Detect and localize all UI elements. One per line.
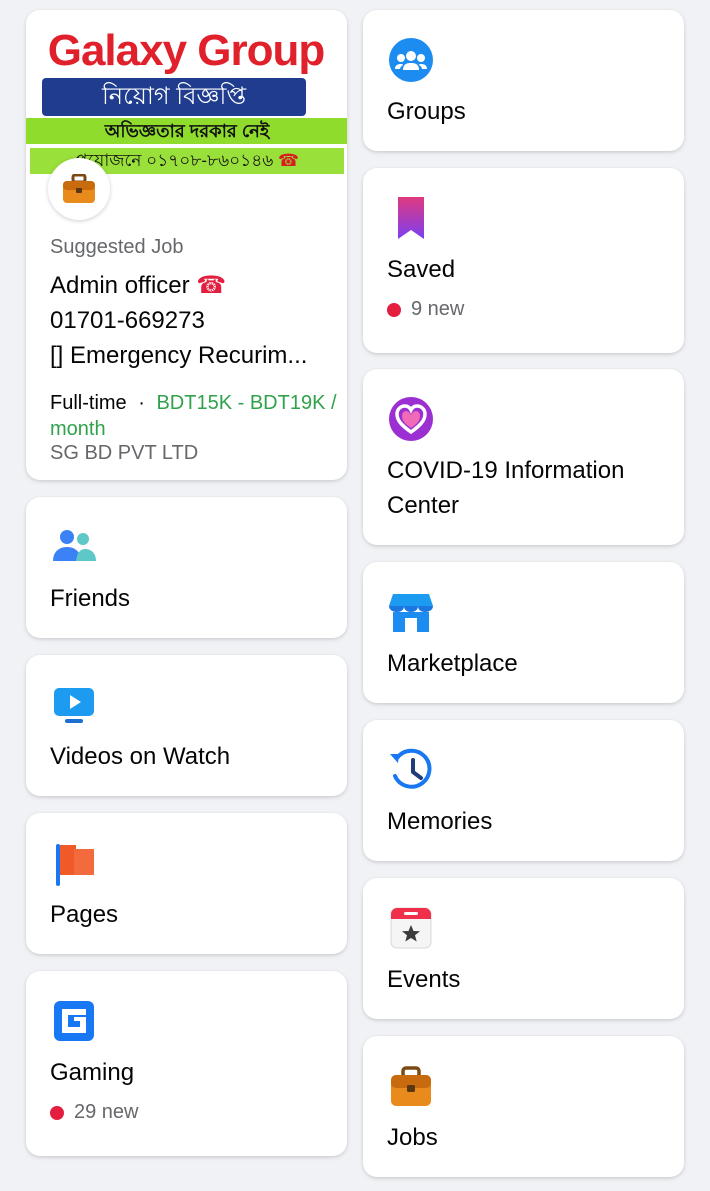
banner-line-3-text: প্রয়োজনে ০১৭০৮-৮৬০১৪৬: [74, 151, 274, 170]
tile-covid-info-center[interactable]: COVID-19 Information Center: [363, 369, 684, 545]
calendar-icon: [390, 907, 432, 949]
heart-icon: [389, 397, 433, 441]
tile-watch[interactable]: Videos on Watch: [26, 655, 347, 796]
job-title-line-1: Admin officer: [50, 272, 190, 299]
suggested-job-label: Suggested Job: [50, 236, 184, 258]
groups-icon: [389, 38, 433, 82]
tile-label: Videos on Watch: [50, 743, 231, 770]
job-meta: Full-time · BDT15K - BDT19K / month: [50, 390, 340, 442]
job-title-line-2: 01701-669273: [50, 307, 205, 334]
tile-marketplace[interactable]: Marketplace: [363, 562, 684, 703]
tile-label: Jobs: [387, 1124, 438, 1151]
tile-saved[interactable]: Saved 9 new: [363, 168, 684, 353]
tile-label: Groups: [387, 98, 466, 125]
job-avatar: [48, 158, 110, 220]
telephone-icon: ☎: [278, 151, 300, 170]
telephone-icon: ☎: [196, 272, 227, 299]
tile-label: Marketplace: [387, 650, 518, 677]
bookmark-icon: [398, 197, 424, 239]
clock-icon: [390, 748, 432, 789]
briefcase-icon: [63, 174, 95, 203]
tile-label: Saved: [387, 256, 456, 283]
notification-badge: 9 new: [387, 298, 464, 321]
job-title-line-3: [] Emergency Recurim...: [50, 342, 308, 369]
badge-text: 9 new: [411, 298, 465, 320]
tile-label: Friends: [50, 585, 131, 612]
tile-groups[interactable]: Groups: [363, 10, 684, 151]
tile-memories[interactable]: Memories: [363, 720, 684, 861]
badge-text: 29 new: [74, 1101, 139, 1123]
gaming-icon: [54, 1001, 94, 1041]
suggested-job-card[interactable]: Galaxy Group নিয়োগ বিজ্ঞপ্তি অভিজ্ঞতার …: [26, 10, 347, 480]
tile-pages[interactable]: Pages: [26, 813, 347, 954]
tile-gaming[interactable]: Gaming 29 new: [26, 971, 347, 1156]
tile-events[interactable]: Events: [363, 878, 684, 1019]
meta-separator: ·: [138, 392, 145, 414]
flag-icon: [56, 844, 94, 886]
tile-friends[interactable]: Friends: [26, 497, 347, 638]
banner-line-1: নিয়োগ বিজ্ঞপ্তি: [42, 78, 306, 116]
tile-label: Gaming: [50, 1059, 135, 1086]
badge-dot-icon: [50, 1105, 64, 1120]
tile-label: Events: [387, 966, 461, 993]
watch-icon: [54, 688, 94, 723]
notification-badge: 29 new: [50, 1101, 139, 1124]
tile-label: COVID-19 Information Center: [387, 457, 625, 519]
tile-label: Memories: [387, 808, 493, 835]
tile-jobs[interactable]: Jobs: [363, 1036, 684, 1177]
friends-icon: [53, 530, 96, 561]
company-name: SG BD PVT LTD: [50, 442, 199, 464]
employment-type: Full-time: [50, 392, 127, 414]
badge-dot-icon: [387, 302, 401, 317]
banner-line-2: অভিজ্ঞতার দরকার নেই: [26, 118, 347, 144]
shop-icon: [389, 594, 433, 632]
tile-label: Pages: [50, 901, 119, 928]
job-title: Admin officer ☎ 01701-669273 [] Emergenc…: [50, 268, 330, 373]
briefcase-icon: [391, 1066, 431, 1106]
banner-title: Galaxy Group: [47, 26, 326, 75]
